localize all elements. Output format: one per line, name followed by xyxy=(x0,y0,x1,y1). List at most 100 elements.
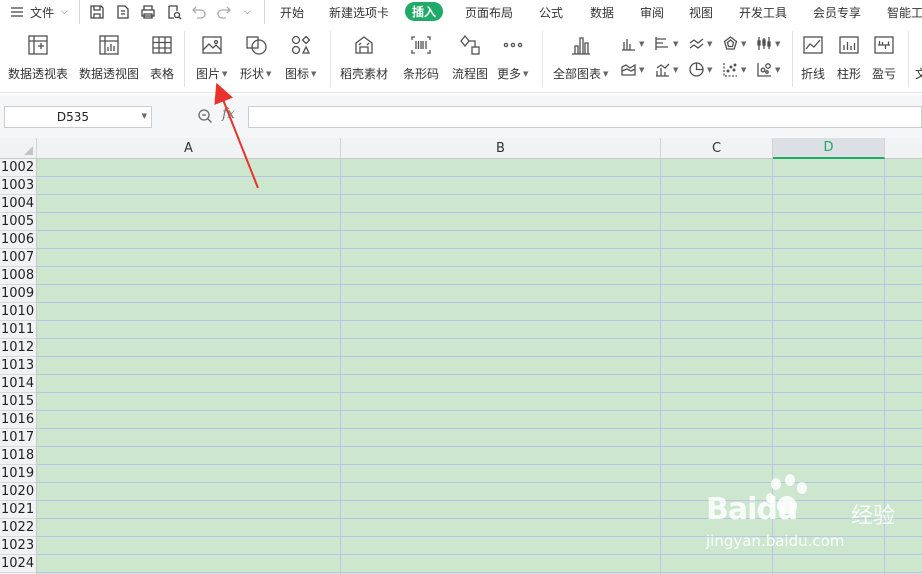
row-header[interactable]: 1002 xyxy=(0,159,36,177)
bar-chart-icon xyxy=(571,37,590,55)
column-header-e-partial[interactable] xyxy=(885,138,922,159)
file-menu[interactable]: 文件 xyxy=(30,0,54,24)
tab-data[interactable]: 数据 xyxy=(590,0,614,24)
row-header[interactable]: 1006 xyxy=(0,231,36,249)
row-header[interactable]: 1014 xyxy=(0,375,36,393)
select-all-corner[interactable] xyxy=(0,138,37,159)
redo-icon[interactable] xyxy=(216,0,232,24)
flowchart-button[interactable]: 流程图 xyxy=(452,33,488,82)
undo-icon[interactable] xyxy=(191,0,207,24)
all-charts-button[interactable]: 全部图表 ▼ xyxy=(553,33,608,82)
row-header[interactable]: 1016 xyxy=(0,411,36,429)
print-icon[interactable] xyxy=(140,0,156,24)
row-header[interactable]: 1017 xyxy=(0,429,36,447)
row-header[interactable]: 1019 xyxy=(0,465,36,483)
watermark-text: 经验 xyxy=(851,504,896,529)
pie-chart-dropdown[interactable]: ▼ xyxy=(688,61,712,78)
combo-chart-dropdown[interactable]: ▼ xyxy=(654,61,678,78)
row-header[interactable]: 1007 xyxy=(0,249,36,267)
sparkline-line-button[interactable]: 折线 xyxy=(801,33,825,82)
row-header[interactable]: 1023 xyxy=(0,537,36,555)
formula-input[interactable] xyxy=(248,106,922,128)
flowchart-icon xyxy=(460,34,480,55)
tab-new-tab[interactable]: 新建选项卡 xyxy=(329,0,389,24)
column-header-d[interactable]: D xyxy=(773,138,885,159)
insert-function-icon[interactable]: fx xyxy=(222,106,235,122)
sparkline-column-button[interactable]: 柱形 xyxy=(837,33,861,82)
name-box-dropdown-icon[interactable]: ▼ xyxy=(142,112,147,120)
table-button[interactable]: 表格 xyxy=(150,33,174,82)
row-header[interactable]: 1008 xyxy=(0,267,36,285)
tab-view[interactable]: 视图 xyxy=(689,0,713,24)
customize-toolbar-icon[interactable]: ⌵ xyxy=(244,0,251,24)
save-icon[interactable] xyxy=(89,0,105,24)
zoom-icon[interactable] xyxy=(197,108,213,128)
radar-chart-icon xyxy=(723,36,738,50)
row-header[interactable]: 1015 xyxy=(0,393,36,411)
dropdown-caret-icon: ▼ xyxy=(741,65,747,74)
stock-chart-icon xyxy=(757,37,771,50)
ribbon-text-group-cut[interactable]: 文 xyxy=(915,65,922,82)
icons-icon xyxy=(291,35,311,55)
column-header-a[interactable]: A xyxy=(37,138,341,159)
barcode-button[interactable]: 条形码 xyxy=(403,33,439,82)
row-header[interactable]: 1022 xyxy=(0,519,36,537)
sparkline-winloss-icon xyxy=(874,36,894,54)
docer-material-button[interactable]: 稻壳素材 xyxy=(340,33,388,82)
scatter-chart-dropdown[interactable]: ▼ xyxy=(722,61,746,78)
baidu-watermark: Baidu 经验 jingyan.baidu.com xyxy=(706,474,906,554)
row-header[interactable]: 1009 xyxy=(0,285,36,303)
cell-reference: D535 xyxy=(56,110,90,124)
tab-developer[interactable]: 开发工具 xyxy=(739,0,787,24)
row-header[interactable]: 1010 xyxy=(0,303,36,321)
name-box[interactable]: D535 ▼ xyxy=(4,106,152,128)
more-button[interactable]: 更多 ▼ xyxy=(497,33,528,82)
dropdown-caret-icon: ▼ xyxy=(741,39,747,48)
row-header[interactable]: 1012 xyxy=(0,339,36,357)
more-dots-icon xyxy=(503,42,522,48)
column-chart-icon xyxy=(622,39,635,51)
bar-chart-dropdown[interactable]: ▼ xyxy=(654,35,678,52)
shape-button[interactable]: 形状 ▼ xyxy=(240,33,271,82)
dropdown-caret-icon: ▼ xyxy=(775,39,781,48)
row-header[interactable]: 1013 xyxy=(0,357,36,375)
row-header[interactable]: 1018 xyxy=(0,447,36,465)
line-chart-dropdown[interactable]: ▼ xyxy=(688,35,712,52)
column-header-b[interactable]: B xyxy=(341,138,661,159)
pivot-table-button[interactable]: 数据透视表 xyxy=(8,33,68,82)
bubble-chart-dropdown[interactable]: ▼ xyxy=(756,61,780,78)
icon-button[interactable]: 图标 ▼ xyxy=(285,33,316,82)
stock-chart-dropdown[interactable]: ▼ xyxy=(756,35,780,52)
tab-home[interactable]: 开始 xyxy=(280,0,304,24)
row-header[interactable]: 1003 xyxy=(0,177,36,195)
row-header[interactable]: 1020 xyxy=(0,483,36,501)
dropdown-caret-icon: ▼ xyxy=(707,39,713,48)
insert-ribbon: 数据透视表 数据透视图 表格 图片 ▼ 形状 ▼ 图标 ▼ 稻壳素材 条形码 流程图 … xyxy=(0,25,922,93)
tab-page-layout[interactable]: 页面布局 xyxy=(465,0,513,24)
area-chart-dropdown[interactable]: ▼ xyxy=(620,61,644,78)
tab-formulas[interactable]: 公式 xyxy=(539,0,563,24)
row-header[interactable]: 1005 xyxy=(0,213,36,231)
row-headers: 1002 1003 1004 1005 1006 1007 1008 1009 1010 1011… xyxy=(0,159,37,574)
dropdown-caret-icon: ▼ xyxy=(222,70,228,78)
column-header-c[interactable]: C xyxy=(661,138,773,159)
picture-icon xyxy=(202,36,222,54)
picture-button[interactable]: 图片 ▼ xyxy=(196,33,227,82)
tab-member[interactable]: 会员专享 xyxy=(813,0,861,24)
tab-review[interactable]: 审阅 xyxy=(640,0,664,24)
row-header[interactable]: 1004 xyxy=(0,195,36,213)
pivot-chart-button[interactable]: 数据透视图 xyxy=(79,33,139,82)
hamburger-icon[interactable] xyxy=(9,0,25,24)
pie-chart-icon xyxy=(689,62,704,77)
print-preview-icon[interactable] xyxy=(166,0,182,24)
tab-insert[interactable]: 插入 xyxy=(405,2,444,21)
column-chart-dropdown[interactable]: ▼ xyxy=(620,35,644,52)
sparkline-winloss-button[interactable]: 盈亏 xyxy=(872,33,896,82)
row-header[interactable]: 1011 xyxy=(0,321,36,339)
radar-chart-dropdown[interactable]: ▼ xyxy=(722,35,746,52)
tab-smart-tools[interactable]: 智能工 xyxy=(887,0,922,24)
row-header[interactable]: 1024 xyxy=(0,555,36,573)
export-pdf-icon[interactable] xyxy=(115,0,131,24)
chevron-down-icon[interactable]: ⌵ xyxy=(61,0,68,24)
row-header[interactable]: 1021 xyxy=(0,501,36,519)
